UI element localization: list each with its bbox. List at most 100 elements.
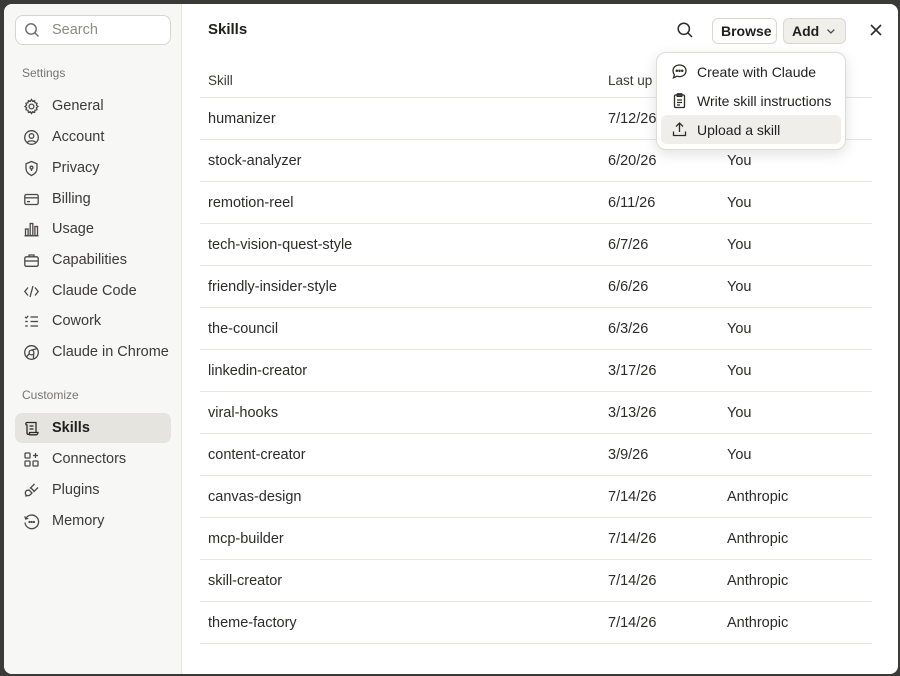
last-updated: 7/14/26 — [608, 614, 657, 631]
sidebar-item-label: Memory — [52, 513, 105, 529]
last-updated: 6/3/26 — [608, 320, 649, 337]
sidebar-item-label: Plugins — [52, 482, 100, 498]
skill-name: theme-factory — [208, 614, 297, 631]
table-row[interactable]: mcp-builder 7/14/26 Anthropic — [200, 518, 872, 560]
skill-name: content-creator — [208, 446, 306, 463]
sidebar-item-memory[interactable]: Memory — [15, 506, 171, 536]
skill-name: friendly-insider-style — [208, 278, 337, 295]
sidebar-item-skills[interactable]: Skills — [15, 413, 171, 443]
search-button[interactable] — [672, 17, 698, 43]
sidebar-item-capabilities[interactable]: Capabilities — [15, 245, 171, 275]
bar-chart-icon — [23, 221, 40, 238]
sidebar-item-label: Billing — [52, 191, 91, 207]
sidebar-item-general[interactable]: General — [15, 91, 171, 121]
table-row[interactable]: friendly-insider-style 6/6/26 You — [200, 266, 872, 308]
sidebar-item-label: Connectors — [52, 451, 127, 467]
created-by: You — [727, 194, 752, 211]
last-updated: 6/11/26 — [608, 194, 656, 211]
created-by: Anthropic — [727, 530, 789, 547]
last-updated: 6/6/26 — [608, 278, 649, 295]
menu-item-label: Create with Claude — [697, 63, 817, 80]
sidebar-item-plugins[interactable]: Plugins — [15, 475, 171, 505]
sidebar-item-label: Account — [52, 129, 105, 145]
search-icon — [677, 22, 693, 38]
sidebar-item-label: Privacy — [52, 160, 100, 176]
table-row[interactable]: tech-vision-quest-style 6/7/26 You — [200, 224, 872, 266]
last-updated: 6/20/26 — [608, 152, 657, 169]
created-by: You — [727, 278, 752, 295]
last-updated: 3/13/26 — [608, 404, 657, 421]
last-updated: 7/14/26 — [608, 530, 657, 547]
add-menu: Create with Claude Write skill instructi… — [656, 52, 846, 150]
skill-name: remotion-reel — [208, 194, 294, 211]
chevron-down-icon — [827, 29, 835, 34]
sidebar-item-privacy[interactable]: Privacy — [15, 153, 171, 183]
created-by: You — [727, 320, 752, 337]
last-updated: 3/9/26 — [608, 446, 649, 463]
sidebar-item-billing[interactable]: Billing — [15, 184, 171, 214]
grid-plus-icon — [23, 451, 40, 468]
menu-item-create-with-claude[interactable]: Create with Claude — [661, 57, 841, 86]
page-title: Skills — [208, 21, 248, 38]
browse-button[interactable]: Browse — [712, 18, 777, 44]
search-placeholder: Search — [52, 22, 98, 38]
table-row[interactable]: viral-hooks 3/13/26 You — [200, 392, 872, 434]
menu-item-label: Write skill instructions — [697, 92, 832, 109]
menu-item-upload-a-skill[interactable]: Upload a skill — [661, 115, 841, 144]
sidebar-item-claude-code[interactable]: Claude Code — [15, 276, 171, 306]
user-circle-icon — [23, 129, 40, 146]
table-row[interactable]: canvas-design 7/14/26 Anthropic — [200, 476, 872, 518]
created-by: You — [727, 152, 752, 169]
checklist-icon — [23, 313, 40, 330]
created-by: You — [727, 404, 752, 421]
last-updated: 6/7/26 — [608, 236, 649, 253]
sidebar-item-connectors[interactable]: Connectors — [15, 444, 171, 474]
add-button-label: Add — [792, 23, 820, 39]
sidebar-item-claude-in-chrome[interactable]: Claude in Chrome — [15, 337, 171, 367]
column-header-skill[interactable]: Skill — [200, 73, 608, 88]
created-by: You — [727, 236, 752, 253]
sidebar-item-account[interactable]: Account — [15, 122, 171, 152]
skill-name: viral-hooks — [208, 404, 279, 421]
sidebar-item-label: Skills — [52, 420, 90, 436]
last-updated: 7/14/26 — [608, 572, 657, 589]
scroll-icon — [23, 420, 40, 437]
skill-name: linkedin-creator — [208, 362, 308, 379]
gear-icon — [23, 97, 40, 115]
table-row[interactable]: theme-factory 7/14/26 Anthropic — [200, 602, 872, 644]
settings-section-label: Settings — [22, 66, 66, 80]
sidebar-item-cowork[interactable]: Cowork — [15, 306, 171, 336]
skill-name: canvas-design — [208, 488, 302, 505]
created-by: Anthropic — [727, 572, 789, 589]
globe-icon — [23, 344, 40, 361]
briefcase-icon — [23, 252, 40, 269]
skill-name: stock-analyzer — [208, 152, 302, 169]
code-icon — [23, 283, 40, 300]
search-input[interactable]: Search — [15, 15, 171, 45]
skill-name: mcp-builder — [208, 530, 284, 547]
table-row[interactable]: content-creator 3/9/26 You — [200, 434, 872, 476]
table-row[interactable]: skill-creator 7/14/26 Anthropic — [200, 560, 872, 602]
add-button[interactable]: Add — [783, 18, 846, 44]
skills-table: Skill Last up humanizer 7/12/26 stock-anal… — [200, 64, 872, 644]
clipboard-icon — [673, 93, 686, 109]
table-row[interactable]: remotion-reel 6/11/26 You — [200, 182, 872, 224]
last-updated: 7/14/26 — [608, 488, 657, 505]
close-button[interactable] — [863, 17, 889, 43]
skill-name: the-council — [208, 320, 279, 337]
search-icon — [25, 23, 39, 37]
sidebar-item-label: Usage — [52, 221, 94, 237]
skill-name: humanizer — [208, 110, 276, 127]
credit-card-icon — [23, 191, 40, 208]
menu-item-write-skill-instructions[interactable]: Write skill instructions — [661, 86, 841, 115]
created-by: You — [727, 362, 752, 379]
table-row[interactable]: the-council 6/3/26 You — [200, 308, 872, 350]
table-row[interactable]: linkedin-creator 3/17/26 You — [200, 350, 872, 392]
sidebar-item-label: Cowork — [52, 313, 102, 329]
sidebar: Search Settings General Account Privacy … — [4, 4, 182, 674]
created-by: Anthropic — [727, 614, 789, 631]
history-icon — [23, 513, 40, 530]
last-updated: 3/17/26 — [608, 362, 657, 379]
sidebar-item-label: Capabilities — [52, 252, 127, 268]
sidebar-item-usage[interactable]: Usage — [15, 214, 171, 244]
